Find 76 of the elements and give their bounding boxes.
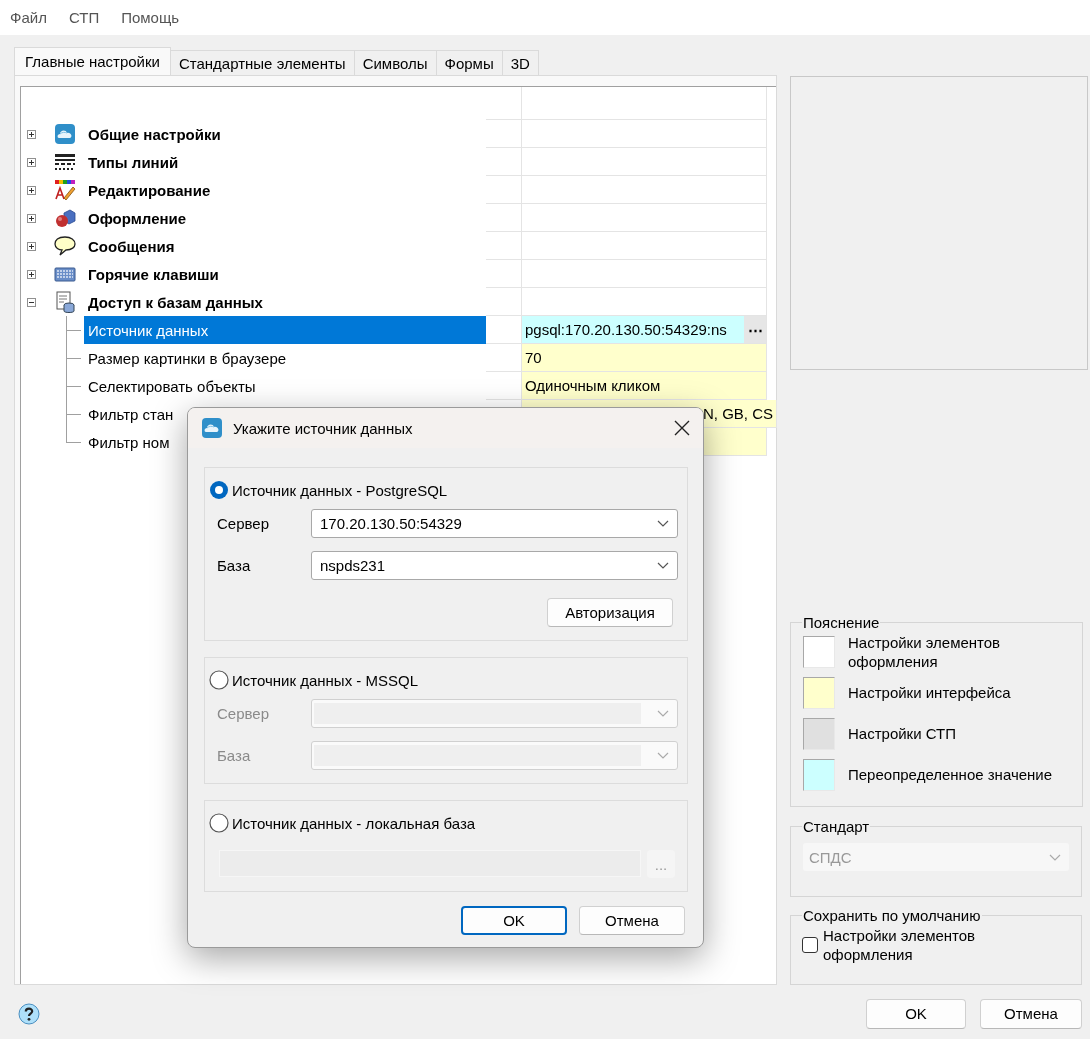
category-label[interactable]: Оформление	[88, 209, 187, 227]
legend-label: Настройки элементов оформления	[848, 632, 1002, 671]
legend-label: Переопределенное значение	[848, 765, 1054, 784]
cancel-button[interactable]: Отмена	[980, 998, 1082, 1029]
collapse-icon[interactable]	[27, 297, 36, 307]
chevron-down-icon	[657, 520, 669, 527]
grid-cell	[486, 232, 522, 260]
category-label[interactable]: Общие настройки	[88, 125, 221, 143]
expand-icon[interactable]	[27, 213, 36, 223]
dialog-title: Укажите источник данных	[233, 419, 414, 437]
group-title: Сохранить по умолчанию	[802, 907, 982, 924]
ok-button[interactable]: OK	[461, 906, 567, 935]
expand-icon[interactable]	[27, 157, 36, 167]
category-label[interactable]: Сообщения	[88, 237, 175, 255]
expand-icon[interactable]	[27, 241, 36, 251]
property-label[interactable]: Селектировать объекты	[84, 372, 486, 400]
palette-pencil-icon	[54, 179, 76, 201]
field-label: Сервер	[217, 705, 270, 722]
cloud-icon	[201, 417, 223, 439]
grid-cell	[486, 288, 522, 316]
property-value[interactable]: pgsql:170.20.130.50:54329:ns	[522, 316, 744, 343]
tab[interactable]: Главные настройки	[14, 47, 171, 75]
tab[interactable]: 3D	[501, 50, 539, 75]
menu-item[interactable]: СТП	[68, 9, 100, 26]
tree-connector	[66, 372, 82, 400]
chevron-down-icon	[1049, 853, 1061, 861]
group-title: Стандарт	[802, 818, 871, 835]
grid-cell	[486, 260, 522, 288]
chevron-down-icon	[657, 710, 669, 717]
speech-bubble-icon	[54, 235, 76, 257]
shapes-icon	[54, 207, 76, 229]
chevron-down-icon	[657, 752, 669, 759]
cloud-icon	[54, 123, 76, 145]
tree-connector	[66, 344, 82, 372]
expand-icon[interactable]	[27, 185, 36, 195]
browse-button[interactable]: ⋯	[744, 316, 766, 343]
property-value[interactable]: 70	[522, 344, 767, 372]
tab[interactable]: Формы	[435, 50, 503, 75]
category-label[interactable]: Доступ к базам данных	[88, 293, 263, 311]
field-label: База	[217, 557, 252, 574]
menu-item[interactable]: Файл	[10, 9, 47, 26]
database-icon	[54, 291, 76, 313]
radio-button[interactable]	[209, 480, 229, 500]
property-value[interactable]: Одиночным кликом	[522, 372, 767, 400]
grid-cell	[486, 204, 522, 232]
authorize-button[interactable]: Авторизация	[547, 598, 673, 627]
property-label[interactable]: Источник данных	[84, 316, 486, 344]
help-icon[interactable]	[18, 1002, 40, 1025]
group-title: Пояснение	[802, 614, 881, 631]
property-label[interactable]: Размер картинки в браузере	[84, 344, 486, 372]
checkbox-label[interactable]: Настройки элементов оформления	[823, 926, 1023, 964]
category-label[interactable]: Типы линий	[88, 153, 179, 171]
grid-cell	[486, 120, 522, 148]
chevron-down-icon	[657, 562, 669, 569]
grid-cell	[486, 148, 522, 176]
legend-label: Настройки интерфейса	[848, 683, 1012, 702]
combo-box[interactable]: nspds231	[311, 551, 678, 580]
grid-cell	[486, 87, 522, 120]
close-icon[interactable]	[674, 420, 690, 436]
legend-label: Настройки СТП	[848, 724, 957, 743]
tree-connector	[66, 316, 82, 344]
field-label: Сервер	[217, 515, 270, 532]
lines-icon	[54, 151, 76, 173]
grid-cell	[486, 176, 522, 204]
expand-icon[interactable]	[27, 129, 36, 139]
field-label: База	[217, 747, 252, 764]
radio-label[interactable]: Источник данных - PostgreSQL	[232, 481, 448, 499]
menu-item[interactable]: Помощь	[121, 9, 180, 26]
category-label[interactable]: Горячие клавиши	[88, 265, 219, 283]
category-label[interactable]: Редактирование	[88, 181, 211, 199]
expand-icon[interactable]	[27, 269, 36, 279]
ok-button[interactable]: OK	[866, 998, 966, 1029]
tab[interactable]: Стандартные элементы	[169, 50, 355, 75]
checkbox[interactable]	[802, 937, 818, 953]
cancel-button[interactable]: Отмена	[579, 906, 685, 935]
combo-box[interactable]: 170.20.130.50:54329	[311, 509, 678, 538]
